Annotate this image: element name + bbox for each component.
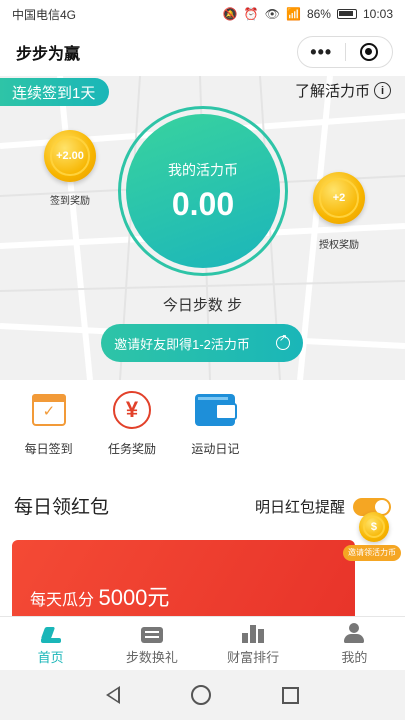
invite-float-tag[interactable]: 邀请领活力币 bbox=[343, 545, 401, 561]
wifi-icon: 📶 bbox=[285, 7, 301, 21]
share-icon bbox=[275, 333, 290, 350]
quick-actions: 每日签到 ¥ 任务奖励 运动日记 bbox=[0, 390, 250, 457]
action-label: 任务奖励 bbox=[107, 442, 156, 456]
shoe-icon bbox=[40, 621, 61, 643]
battery-percent: 86% bbox=[306, 7, 331, 21]
signin-coin-value: +2.00 bbox=[56, 149, 84, 162]
info-icon: i bbox=[374, 82, 391, 99]
tab-wealth-ranking[interactable]: 财富排行 bbox=[203, 617, 304, 670]
float-coin-face: $ bbox=[362, 515, 386, 539]
carrier-label: 中国电信4G bbox=[12, 7, 77, 22]
more-button[interactable]: ••• bbox=[298, 37, 345, 67]
coins-balance-circle: 我的活力币 0.00 bbox=[126, 114, 280, 268]
signin-reward-coin[interactable]: +2.00 bbox=[44, 130, 96, 182]
auth-coin-face: +2 bbox=[319, 178, 359, 218]
action-label: 运动日记 bbox=[191, 442, 240, 456]
hero-section: 连续签到1天 了解活力币 i +2.00 签到奖励 +2 授权奖励 我的活力币 … bbox=[0, 76, 405, 380]
bottom-tab-bar: 首页 步数换礼 财富排行 我的 bbox=[0, 616, 405, 670]
miniapp-capsule: ••• bbox=[297, 36, 393, 68]
signin-reward-caption: 签到奖励 bbox=[50, 196, 90, 207]
mute-icon: 🔕 bbox=[222, 7, 238, 21]
invite-friends-button[interactable]: 邀请好友即得1-2活力币 bbox=[101, 324, 303, 362]
auth-reward-coin[interactable]: +2 bbox=[313, 172, 365, 224]
system-nav-bar bbox=[0, 670, 405, 720]
tab-label: 财富排行 bbox=[227, 650, 280, 665]
task-reward-action[interactable]: ¥ 任务奖励 bbox=[97, 390, 166, 457]
red-packet-headline: 每天瓜分 5000元 bbox=[30, 580, 169, 612]
red-packet-card[interactable]: 每天瓜分 5000元 bbox=[12, 540, 355, 620]
red-packet-title: 每日领红包 bbox=[14, 497, 110, 518]
coins-label: 我的活力币 bbox=[168, 161, 238, 178]
back-icon[interactable] bbox=[105, 686, 120, 704]
action-label: 每日签到 bbox=[24, 442, 73, 456]
close-miniapp-button[interactable] bbox=[346, 37, 393, 67]
auth-coin-value: +2 bbox=[332, 191, 346, 204]
learn-coins-label: 了解活力币 bbox=[294, 83, 370, 100]
home-icon[interactable] bbox=[190, 685, 211, 705]
coins-balance-ring[interactable]: 我的活力币 0.00 bbox=[118, 106, 288, 276]
coins-value: 0.00 bbox=[171, 185, 235, 222]
sport-diary-action[interactable]: 运动日记 bbox=[181, 390, 250, 457]
yen-icon: ¥ bbox=[112, 390, 152, 430]
steps-today: 今日步数 步 bbox=[162, 297, 243, 314]
invite-button-label: 邀请好友即得1-2活力币 bbox=[114, 336, 250, 352]
invite-float-coin[interactable]: $ bbox=[359, 512, 389, 542]
tab-label: 步数换礼 bbox=[125, 650, 178, 665]
target-circle-icon bbox=[359, 43, 378, 61]
tab-label: 我的 bbox=[341, 650, 368, 665]
ticket-icon bbox=[140, 621, 163, 643]
recent-apps-icon[interactable] bbox=[282, 686, 300, 704]
red-packet-prefix: 每天瓜分 bbox=[30, 592, 95, 609]
tab-mine[interactable]: 我的 bbox=[304, 617, 405, 670]
reminder-label: 明日红包提醒 bbox=[254, 499, 345, 516]
daily-signin-action[interactable]: 每日签到 bbox=[14, 390, 83, 457]
status-bar: 中国电信4G 🔕 ⏰ 👁 📶 86% 10:03 bbox=[0, 0, 405, 28]
eye-icon: 👁 bbox=[264, 7, 280, 21]
status-icons: 🔕 ⏰ 👁 📶 86% 10:03 bbox=[223, 7, 393, 21]
alarm-icon: ⏰ bbox=[243, 7, 259, 21]
tab-steps-exchange[interactable]: 步数换礼 bbox=[101, 617, 202, 670]
tab-label: 首页 bbox=[37, 650, 64, 665]
more-dots-icon: ••• bbox=[310, 42, 333, 62]
signin-coin-face: +2.00 bbox=[50, 136, 90, 176]
red-packet-amount: 5000元 bbox=[98, 585, 170, 610]
streak-badge: 连续签到1天 bbox=[0, 78, 110, 106]
clock: 10:03 bbox=[362, 7, 393, 21]
learn-coins-link[interactable]: 了解活力币 i bbox=[295, 80, 391, 101]
auth-reward-caption: 授权奖励 bbox=[319, 240, 359, 251]
person-icon bbox=[344, 621, 365, 643]
tab-home[interactable]: 首页 bbox=[0, 617, 101, 670]
title-bar: 步步为赢 ••• bbox=[0, 28, 405, 76]
wallet-icon bbox=[195, 390, 238, 430]
battery-icon bbox=[336, 9, 357, 19]
calendar-check-icon bbox=[29, 390, 69, 430]
page-title: 步步为赢 bbox=[16, 46, 81, 63]
bar-chart-icon bbox=[242, 621, 265, 643]
